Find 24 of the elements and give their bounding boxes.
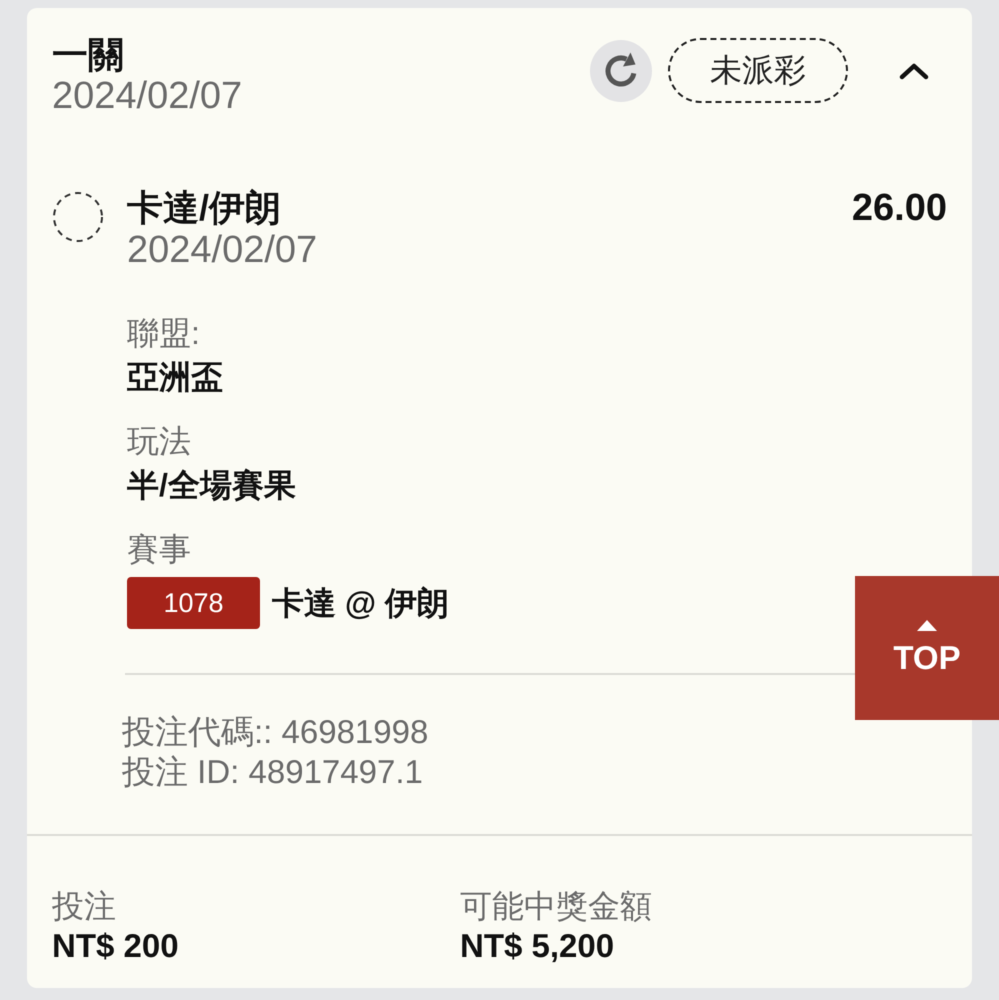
detail-value: 半/全場賽果	[127, 466, 297, 505]
match-number-badge: 1078	[127, 577, 260, 629]
back-to-top-button[interactable]: TOP	[855, 576, 999, 720]
bet-date: 2024/02/07	[52, 75, 242, 117]
detail-label: 聯盟:	[127, 314, 201, 353]
selection-title: 卡達/伊朗	[127, 187, 282, 229]
selection-date: 2024/02/07	[127, 229, 318, 271]
bet-reference: 投注 ID: 48917497.1	[122, 752, 424, 792]
bet-reference: 投注代碼:: 46981998	[122, 712, 430, 752]
bet-type-title: 一關	[52, 35, 125, 75]
total-amount: NT$ 5,200	[460, 926, 616, 966]
match-teams: 卡達 @ 伊朗	[272, 584, 449, 623]
detail-label: 賽事	[127, 530, 192, 569]
detail-value: 亞洲盃	[127, 358, 224, 397]
total-amount: NT$ 200	[52, 926, 180, 966]
total-label: 投注	[52, 887, 117, 926]
up-triangle-icon	[917, 620, 937, 630]
detail-label: 玩法	[127, 422, 192, 461]
dashed-circle-icon	[52, 191, 104, 243]
chevron-up-icon[interactable]	[899, 62, 929, 80]
total-label: 可能中獎金額	[460, 887, 653, 926]
refresh-icon[interactable]	[590, 40, 652, 102]
odds-value: 26.00	[852, 187, 947, 229]
status-tag: 未派彩	[668, 38, 848, 103]
